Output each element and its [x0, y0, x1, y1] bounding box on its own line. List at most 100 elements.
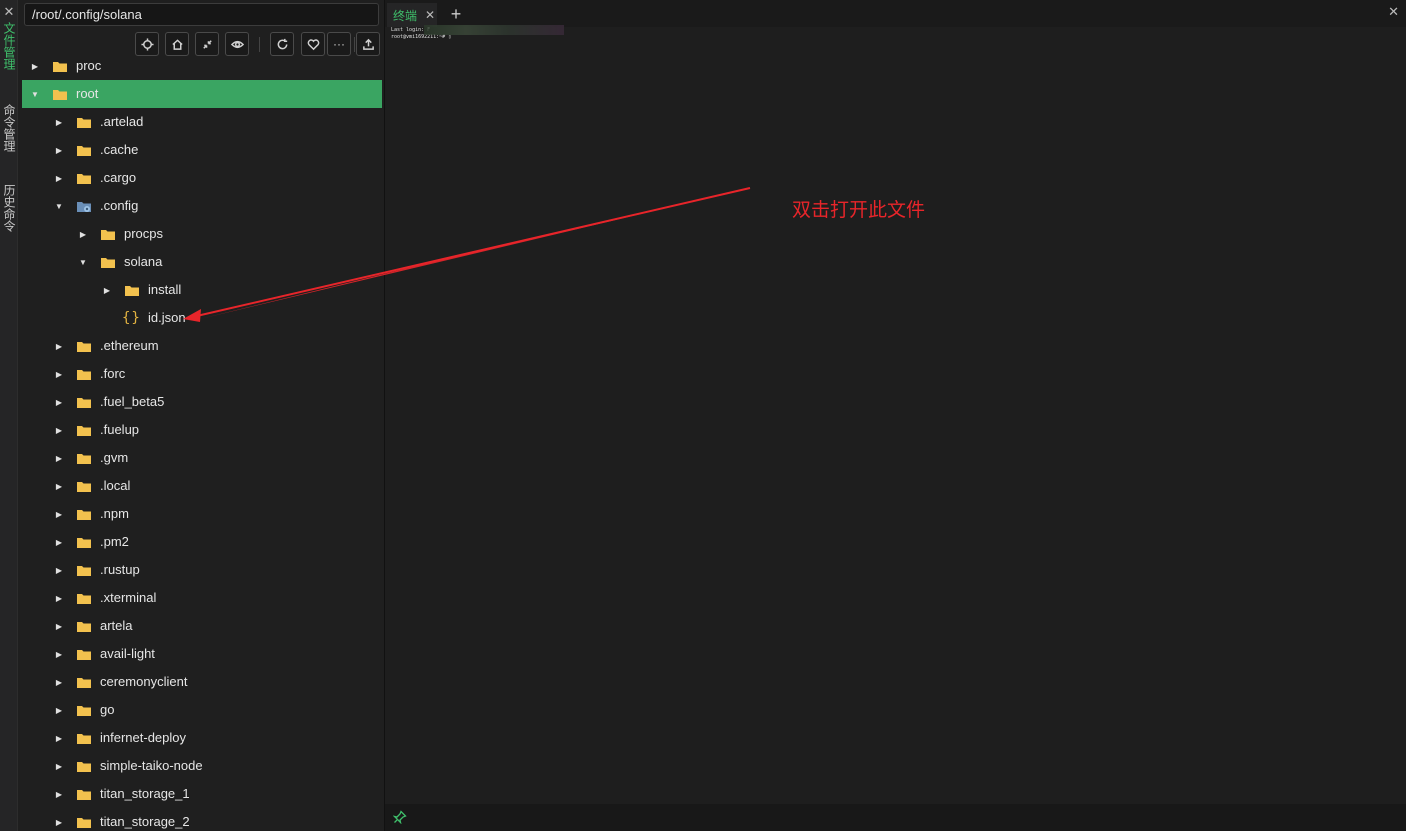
chevron-right-icon[interactable]: ▶ — [54, 472, 64, 500]
tab-terminal[interactable]: 终端 ✕ — [387, 3, 437, 27]
tree-row[interactable]: ▼ root — [22, 80, 382, 108]
tree-row[interactable]: ▶ .artelad — [22, 108, 382, 136]
tree-row[interactable]: ▶ infernet-deploy — [22, 724, 382, 752]
rail-tab-history[interactable]: 历史命令 — [1, 184, 17, 232]
tree-row[interactable]: ▶ procps — [22, 220, 382, 248]
tree-item-label: proc — [76, 58, 102, 73]
folder-icon — [77, 510, 91, 520]
shrink-icon — [202, 39, 212, 49]
chevron-right-icon[interactable]: ▶ — [54, 500, 64, 528]
tree-row[interactable]: ▶ .pm2 — [22, 528, 382, 556]
tree-item-label: .ethereum — [100, 338, 159, 353]
tree-row[interactable]: ▶ .local — [22, 472, 382, 500]
upload-icon — [362, 38, 374, 50]
terminal-output[interactable]: Last login: F root@vmi1692211:~# ▯ — [389, 27, 1403, 804]
tree-row[interactable]: ▶ .xterminal — [22, 584, 382, 612]
tree-row[interactable]: ▶ artela — [22, 612, 382, 640]
chevron-right-icon[interactable]: ▶ — [54, 332, 64, 360]
folder-icon — [77, 622, 91, 632]
file-manager-panel: ··· ▶ proc ▼ root ▶ .artelad ▶ .cache ▶ .cargo ▼ .c… — [18, 0, 384, 831]
folder-icon — [77, 118, 91, 128]
chevron-right-icon[interactable]: ▶ — [54, 360, 64, 388]
rail-tab-file-manager[interactable]: 文件管理 — [1, 22, 17, 70]
tree-row[interactable]: ▶ install — [22, 276, 382, 304]
tree-row[interactable]: ▶ .fuelup — [22, 416, 382, 444]
tab-close-icon[interactable]: ✕ — [425, 8, 435, 22]
home-icon — [171, 38, 183, 50]
add-tab-button[interactable]: + — [447, 3, 465, 25]
tree-row[interactable]: ▶ ceremonyclient — [22, 668, 382, 696]
tree-row[interactable]: ▼ .config — [22, 192, 382, 220]
tree-item-label: .config — [100, 198, 139, 213]
tree-row[interactable]: ▶ .rustup — [22, 556, 382, 584]
tree-row[interactable]: ▼ solana — [22, 248, 382, 276]
folder-icon — [77, 174, 91, 184]
tree-item-label: solana — [124, 254, 163, 269]
chevron-right-icon[interactable]: ▶ — [54, 696, 64, 724]
folder-icon — [101, 230, 115, 240]
chevron-down-icon[interactable]: ▼ — [54, 192, 64, 220]
tree-row[interactable]: ▶ .fuel_beta5 — [22, 388, 382, 416]
chevron-right-icon[interactable]: ▶ — [54, 668, 64, 696]
chevron-down-icon[interactable]: ▼ — [30, 80, 40, 108]
tree-row[interactable]: ▶ titan_storage_2 — [22, 808, 382, 831]
tree-row[interactable]: ▶ .cache — [22, 136, 382, 164]
tree-row[interactable]: ▶ .forc — [22, 360, 382, 388]
tree-row[interactable]: ▶ avail-light — [22, 640, 382, 668]
chevron-right-icon[interactable]: ▶ — [78, 220, 88, 248]
folder-icon — [77, 706, 91, 716]
rail-close-icon[interactable]: ✕ — [0, 4, 18, 20]
tree-row[interactable]: ▶ .ethereum — [22, 332, 382, 360]
chevron-down-icon[interactable]: ▼ — [78, 248, 88, 276]
toolbar-divider — [259, 37, 260, 52]
tree-row[interactable]: ▶ .cargo — [22, 164, 382, 192]
folder-icon — [77, 762, 91, 772]
tree-item-label: .cargo — [100, 170, 137, 185]
chevron-right-icon[interactable]: ▶ — [54, 416, 64, 444]
heart-icon — [307, 38, 319, 50]
chevron-right-icon[interactable]: ▶ — [54, 780, 64, 808]
tree-item-label: .artelad — [100, 114, 144, 129]
chevron-right-icon[interactable]: ▶ — [54, 724, 64, 752]
tree-item-label: root — [76, 86, 99, 101]
chevron-right-icon[interactable]: ▶ — [54, 136, 64, 164]
tree-row[interactable]: ▶ simple-taiko-node — [22, 752, 382, 780]
chevron-right-icon[interactable]: ▶ — [54, 612, 64, 640]
rail-tab-command-manager[interactable]: 命令管理 — [1, 104, 17, 152]
tree-item-label: simple-taiko-node — [100, 758, 203, 773]
tree-row[interactable]: ▶ proc — [22, 52, 382, 80]
chevron-right-icon[interactable]: ▶ — [54, 108, 64, 136]
path-input[interactable] — [24, 3, 379, 26]
tree-item-label: ceremonyclient — [100, 674, 188, 689]
tree-row[interactable]: ▶ go — [22, 696, 382, 724]
tree-item-label: .pm2 — [100, 534, 129, 549]
chevron-right-icon[interactable]: ▶ — [54, 752, 64, 780]
tree-item-label: .fuel_beta5 — [100, 394, 165, 409]
chevron-right-icon[interactable]: ▶ — [54, 556, 64, 584]
more-icon: ··· — [333, 37, 345, 51]
chevron-right-icon[interactable]: ▶ — [102, 276, 112, 304]
chevron-right-icon[interactable]: ▶ — [54, 444, 64, 472]
chevron-right-icon[interactable]: ▶ — [54, 584, 64, 612]
pin-icon[interactable] — [393, 810, 407, 824]
crosshair-icon — [140, 37, 154, 51]
chevron-right-icon[interactable]: ▶ — [30, 52, 40, 80]
chevron-right-icon[interactable]: ▶ — [54, 164, 64, 192]
tree-item-label: install — [148, 282, 182, 297]
chevron-right-icon[interactable]: ▶ — [54, 640, 64, 668]
toolbar-divider — [354, 37, 355, 52]
tree-item-label: .xterminal — [100, 590, 157, 605]
tree-row[interactable]: {} id.json — [22, 304, 382, 332]
tree-item-label: go — [100, 702, 115, 717]
chevron-right-icon[interactable]: ▶ — [54, 528, 64, 556]
folder-icon — [53, 90, 67, 100]
tree-row[interactable]: ▶ .npm — [22, 500, 382, 528]
panel-close-icon[interactable]: ✕ — [1388, 4, 1399, 20]
tree-row[interactable]: ▶ titan_storage_1 — [22, 780, 382, 808]
folder-icon — [77, 790, 91, 800]
tree-item-label: .npm — [100, 506, 129, 521]
chevron-right-icon[interactable]: ▶ — [54, 808, 64, 831]
chevron-right-icon[interactable]: ▶ — [54, 388, 64, 416]
tree-row[interactable]: ▶ .gvm — [22, 444, 382, 472]
folder-icon — [77, 594, 91, 604]
